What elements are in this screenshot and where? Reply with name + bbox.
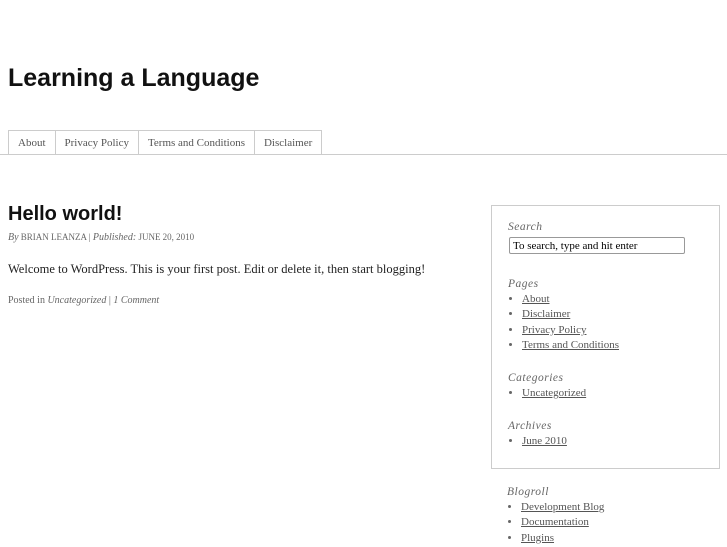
comments-link[interactable]: 1 Comment [113, 295, 159, 306]
search-input[interactable] [509, 237, 685, 254]
blogroll-link[interactable]: Plugins [521, 532, 554, 544]
blogroll-widget: Blogroll Development Blog Documentation … [507, 486, 604, 547]
blogroll-link[interactable]: Documentation [521, 516, 589, 528]
archive-link[interactable]: June 2010 [522, 435, 567, 447]
by-label: By [8, 232, 19, 243]
post-title[interactable]: Hello world! [8, 203, 122, 226]
archives-heading: Archives [508, 420, 552, 432]
post-footer: Posted in Uncategorized | 1 Comment [8, 295, 159, 306]
nav-about[interactable]: About [8, 130, 56, 154]
posted-in-label: Posted in [8, 295, 45, 306]
published-label: Published: [92, 232, 137, 243]
category-link[interactable]: Uncategorized [47, 295, 106, 306]
page-link-terms[interactable]: Terms and Conditions [522, 339, 619, 351]
blogroll-heading: Blogroll [507, 486, 549, 498]
nav-disclaimer[interactable]: Disclaimer [253, 130, 323, 154]
sidebar-widgets: Search Pages About Disclaimer Privacy Po… [491, 205, 720, 469]
blogroll-link[interactable]: Development Blog [521, 501, 604, 513]
post-date: JUNE 20, 2010 [138, 232, 195, 242]
site-title[interactable]: Learning a Language [8, 64, 259, 93]
post-meta: By BRIAN LEANZA | Published: JUNE 20, 20… [8, 232, 194, 243]
page-link-privacy[interactable]: Privacy Policy [522, 324, 586, 336]
categories-heading: Categories [508, 372, 564, 384]
nav-divider [0, 154, 727, 155]
post-content: Welcome to WordPress. This is your first… [8, 262, 426, 276]
page-link-disclaimer[interactable]: Disclaimer [522, 308, 570, 320]
pages-widget: Pages About Disclaimer Privacy Policy Te… [508, 278, 619, 354]
archives-widget: Archives June 2010 [508, 420, 567, 450]
separator: | [108, 295, 111, 306]
search-heading: Search [508, 221, 543, 233]
main-nav: About Privacy Policy Terms and Condition… [8, 130, 323, 154]
post-author: BRIAN LEANZA [20, 232, 87, 242]
category-link[interactable]: Uncategorized [522, 387, 586, 399]
separator: | [88, 232, 91, 242]
nav-terms[interactable]: Terms and Conditions [137, 130, 255, 154]
pages-heading: Pages [508, 278, 539, 290]
nav-privacy-policy[interactable]: Privacy Policy [54, 130, 139, 154]
categories-widget: Categories Uncategorized [508, 372, 586, 402]
page-link-about[interactable]: About [522, 293, 550, 305]
